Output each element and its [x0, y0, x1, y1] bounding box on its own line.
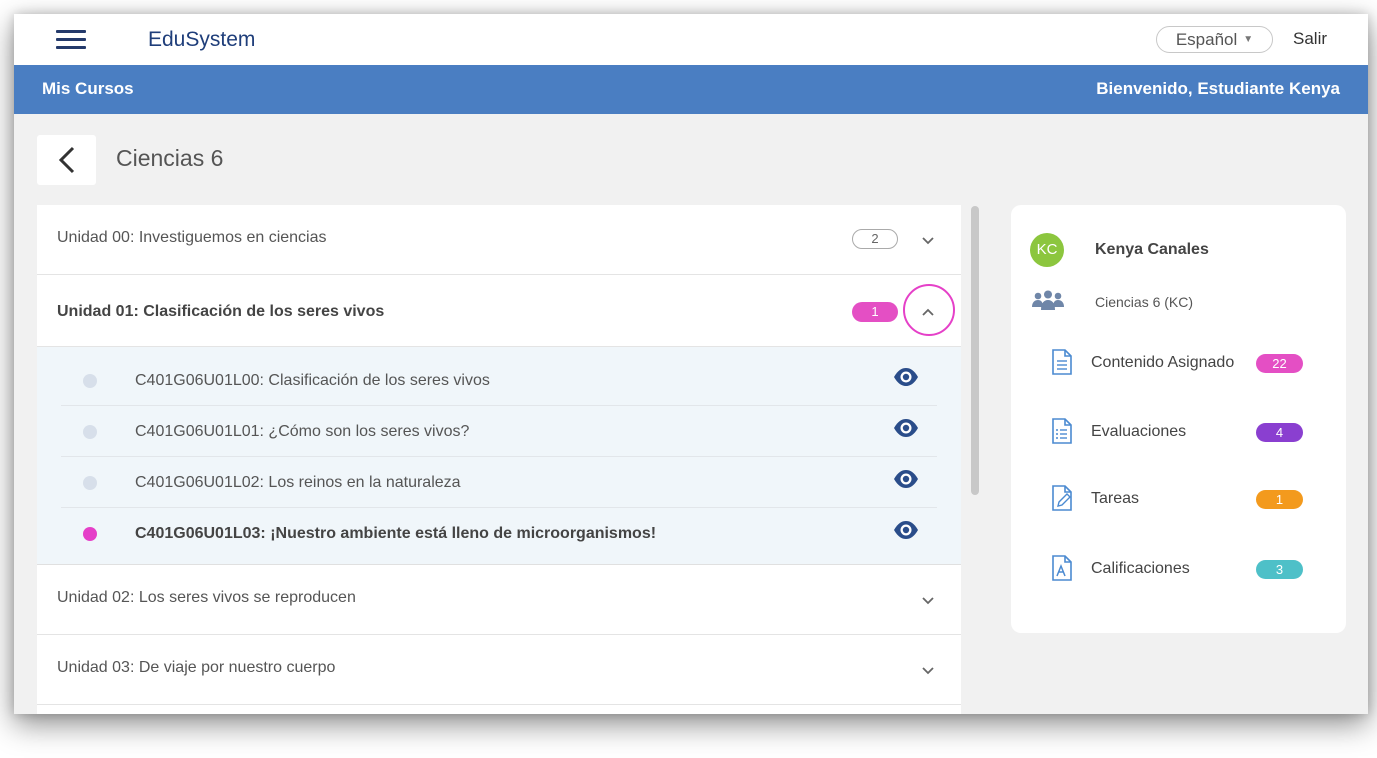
status-dot [83, 374, 97, 388]
unit-header-01[interactable]: Unidad 01: Clasificación de los seres vi… [37, 276, 961, 347]
unit-header-03[interactable]: Unidad 03: De viaje por nuestro cuerpo [37, 635, 961, 705]
unit-title: Unidad 00: Investiguemos en ciencias [57, 229, 327, 246]
eye-icon[interactable] [893, 367, 919, 387]
unit-title: Unidad 03: De viaje por nuestro cuerpo [57, 659, 336, 676]
menu-label: Calificaciones [1091, 560, 1190, 577]
units-accordion: Unidad 00: Investiguemos en ciencias 2 U… [37, 205, 961, 714]
menu-contenido-asignado[interactable]: Contenido Asignado 22 [1051, 349, 1321, 379]
avatar: KC [1030, 233, 1064, 267]
eye-icon[interactable] [893, 469, 919, 489]
unit-title: Unidad 02: Los seres vivos se reproducen [57, 589, 356, 606]
status-dot [83, 425, 97, 439]
eye-icon[interactable] [893, 418, 919, 438]
chevron-down-icon[interactable] [919, 231, 937, 249]
status-dot-active [83, 527, 97, 541]
lesson-list: C401G06U01L00: Clasificación de los sere… [37, 347, 961, 565]
unit-header-02[interactable]: Unidad 02: Los seres vivos se reproducen [37, 565, 961, 635]
scrollbar-thumb[interactable] [971, 206, 979, 495]
menu-label: Contenido Asignado [1091, 354, 1235, 371]
edit-document-icon [1052, 485, 1072, 511]
list-document-icon [1052, 418, 1072, 444]
lesson-item[interactable]: C401G06U01L02: Los reinos en la naturale… [61, 457, 937, 508]
menu-label: Tareas [1091, 490, 1140, 507]
my-courses-label[interactable]: Mis Cursos [42, 79, 134, 99]
group-icon [1032, 290, 1064, 310]
menu-tareas[interactable]: Tareas 1 [1051, 485, 1321, 515]
menu-evaluaciones[interactable]: Evaluaciones 4 [1051, 418, 1321, 448]
chevron-down-icon[interactable] [919, 661, 937, 679]
menu-calificaciones[interactable]: Calificaciones 3 [1051, 555, 1321, 585]
top-bar: EduSystem Español ▼ Salir [14, 14, 1368, 65]
lesson-title: C401G06U01L02: Los reinos en la naturale… [135, 474, 461, 491]
chevron-left-icon [58, 146, 74, 174]
unit-count-badge: 1 [852, 302, 898, 322]
welcome-label: Bienvenido, Estudiante Kenya [1096, 79, 1340, 98]
language-label: Español [1175, 29, 1238, 49]
profile-card: KC Kenya Canales Ciencias 6 (KC) Conteni… [1011, 205, 1346, 633]
brand-title[interactable]: EduSystem [148, 28, 255, 52]
lesson-title: C401G06U01L01: ¿Cómo son los seres vivos… [135, 423, 470, 440]
menu-label: Evaluaciones [1091, 423, 1187, 440]
status-dot [83, 476, 97, 490]
logout-link[interactable]: Salir [1293, 29, 1327, 49]
chevron-down-icon[interactable] [919, 591, 937, 609]
grade-document-icon [1052, 555, 1072, 581]
back-button[interactable] [37, 135, 96, 185]
lesson-title: C401G06U01L00: Clasificación de los sere… [135, 372, 490, 389]
eye-icon[interactable] [893, 520, 919, 540]
lesson-title: C401G06U01L03: ¡Nuestro ambiente está ll… [135, 525, 657, 542]
app-window: EduSystem Español ▼ Salir Mis Cursos Bie… [14, 14, 1368, 714]
student-name: Kenya Canales [1095, 241, 1209, 258]
unit-header-00[interactable]: Unidad 00: Investiguemos en ciencias 2 [37, 205, 961, 275]
course-group: Ciencias 6 (KC) [1095, 294, 1194, 310]
lesson-item[interactable]: C401G06U01L03: ¡Nuestro ambiente está ll… [61, 508, 937, 559]
count-badge: 4 [1256, 423, 1303, 442]
caret-down-icon: ▼ [1243, 34, 1254, 45]
hamburger-menu-icon[interactable] [56, 27, 86, 51]
count-badge: 1 [1256, 490, 1303, 509]
subheader-bar: Mis Cursos Bienvenido, Estudiante Kenya [14, 65, 1368, 114]
lesson-item[interactable]: C401G06U01L01: ¿Cómo son los seres vivos… [61, 406, 937, 457]
language-select[interactable]: Español ▼ [1156, 26, 1273, 53]
document-icon [1052, 349, 1072, 375]
highlight-circle [903, 284, 955, 336]
lesson-item[interactable]: C401G06U01L00: Clasificación de los sere… [61, 355, 937, 406]
unit-title: Unidad 01: Clasificación de los seres vi… [57, 303, 385, 320]
count-badge: 3 [1256, 560, 1303, 579]
unit-count-badge: 2 [852, 229, 898, 249]
count-badge: 22 [1256, 354, 1303, 373]
page-title: Ciencias 6 [116, 145, 224, 171]
